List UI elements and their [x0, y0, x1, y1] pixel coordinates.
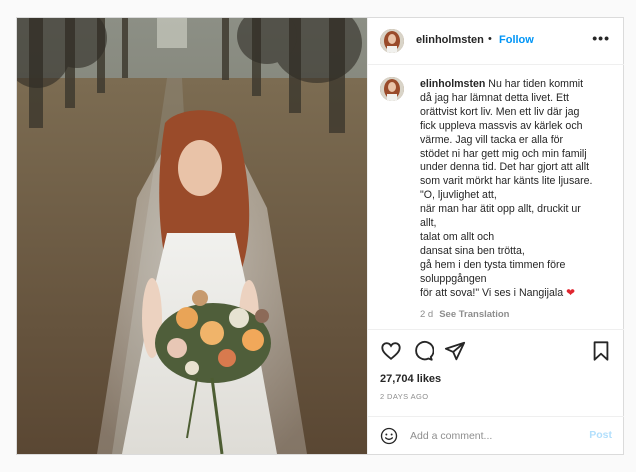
red-heart-emoji: ❤ [566, 286, 575, 299]
comment-bubble-icon[interactable] [412, 340, 435, 367]
caption-line: elinholmsten Nu har tiden kommit [420, 78, 612, 92]
username[interactable]: elinholmsten [416, 34, 484, 46]
separator-dot: • [488, 33, 492, 45]
caption-line: gå hem i den tysta timmen före [420, 258, 566, 271]
bride-photo-image [17, 18, 367, 454]
heart-outline-icon-svg [381, 342, 401, 360]
caption-line: när man har ätit opp allt, druckit ur [420, 203, 581, 216]
caption-line: då jag har lämnat detta livet. Ett [420, 91, 569, 104]
post-header: elinholmsten • Follow ••• [368, 18, 624, 65]
avatar-image [380, 29, 404, 53]
caption-line: soluppgången [420, 272, 487, 285]
comment-bubble-icon-svg [415, 341, 435, 361]
more-options-icon[interactable]: ••• [592, 30, 610, 46]
caption-line: dansat sina ben trötta, [420, 244, 525, 257]
caption-line-text: för att sova!" Vi ses i Nangijala [420, 286, 564, 299]
add-comment-bar: Post [368, 416, 624, 454]
caption-line: fick uppleva massvis av kärlek och [420, 119, 583, 132]
caption-section: elinholmsten Nu har tiden kommit då jag … [368, 65, 624, 330]
caption-line: värme. Jag vill tacka er alla för [420, 133, 564, 146]
smiley-icon[interactable] [380, 427, 398, 450]
see-translation-link[interactable]: See Translation [439, 309, 509, 320]
caption-line: orättvist kort liv. Men ett liv där jag [420, 105, 580, 118]
likes-count[interactable]: 27,704 likes [380, 373, 441, 385]
caption-line: under denna tid. Det har gjort att allt [420, 161, 590, 174]
post-date: 2 DAYS AGO [380, 392, 429, 401]
follow-button[interactable]: Follow [499, 34, 534, 46]
avatar[interactable] [380, 29, 404, 53]
heart-outline-icon[interactable] [380, 340, 402, 367]
bookmark-icon-svg [593, 341, 609, 361]
caption-line-text: Nu har tiden kommit [488, 78, 584, 90]
paper-plane-icon-svg [444, 341, 466, 361]
paper-plane-icon[interactable] [444, 340, 466, 367]
caption-line: som varit mörkt har känts lite ljusare. [420, 175, 593, 188]
post-comment-button[interactable]: Post [589, 429, 612, 441]
instagram-post: elinholmsten • Follow ••• elinholmsten N… [16, 17, 624, 455]
action-bar [368, 340, 624, 362]
time-ago: 2 d [420, 309, 434, 320]
post-photo[interactable] [17, 18, 367, 454]
avatar-image [380, 77, 404, 101]
caption-avatar[interactable] [380, 77, 404, 101]
caption-line: talat om allt och [420, 230, 495, 243]
caption-line: allt, [420, 217, 437, 230]
bookmark-icon[interactable] [590, 340, 612, 367]
caption-text: elinholmsten Nu har tiden kommit då jag … [420, 78, 612, 301]
smiley-icon-svg [380, 427, 398, 445]
comment-input[interactable] [410, 427, 570, 444]
caption-line: för att sova!" Vi ses i Nangijala ❤ [420, 287, 612, 301]
caption-username[interactable]: elinholmsten [420, 78, 485, 90]
post-sidebar: elinholmsten • Follow ••• elinholmsten N… [367, 18, 624, 454]
caption-line: "O, ljuvlighet att, [420, 189, 497, 202]
caption-meta: 2 d See Translation [420, 309, 509, 320]
caption-line: stödet ni har gett mig och min familj [420, 147, 587, 160]
